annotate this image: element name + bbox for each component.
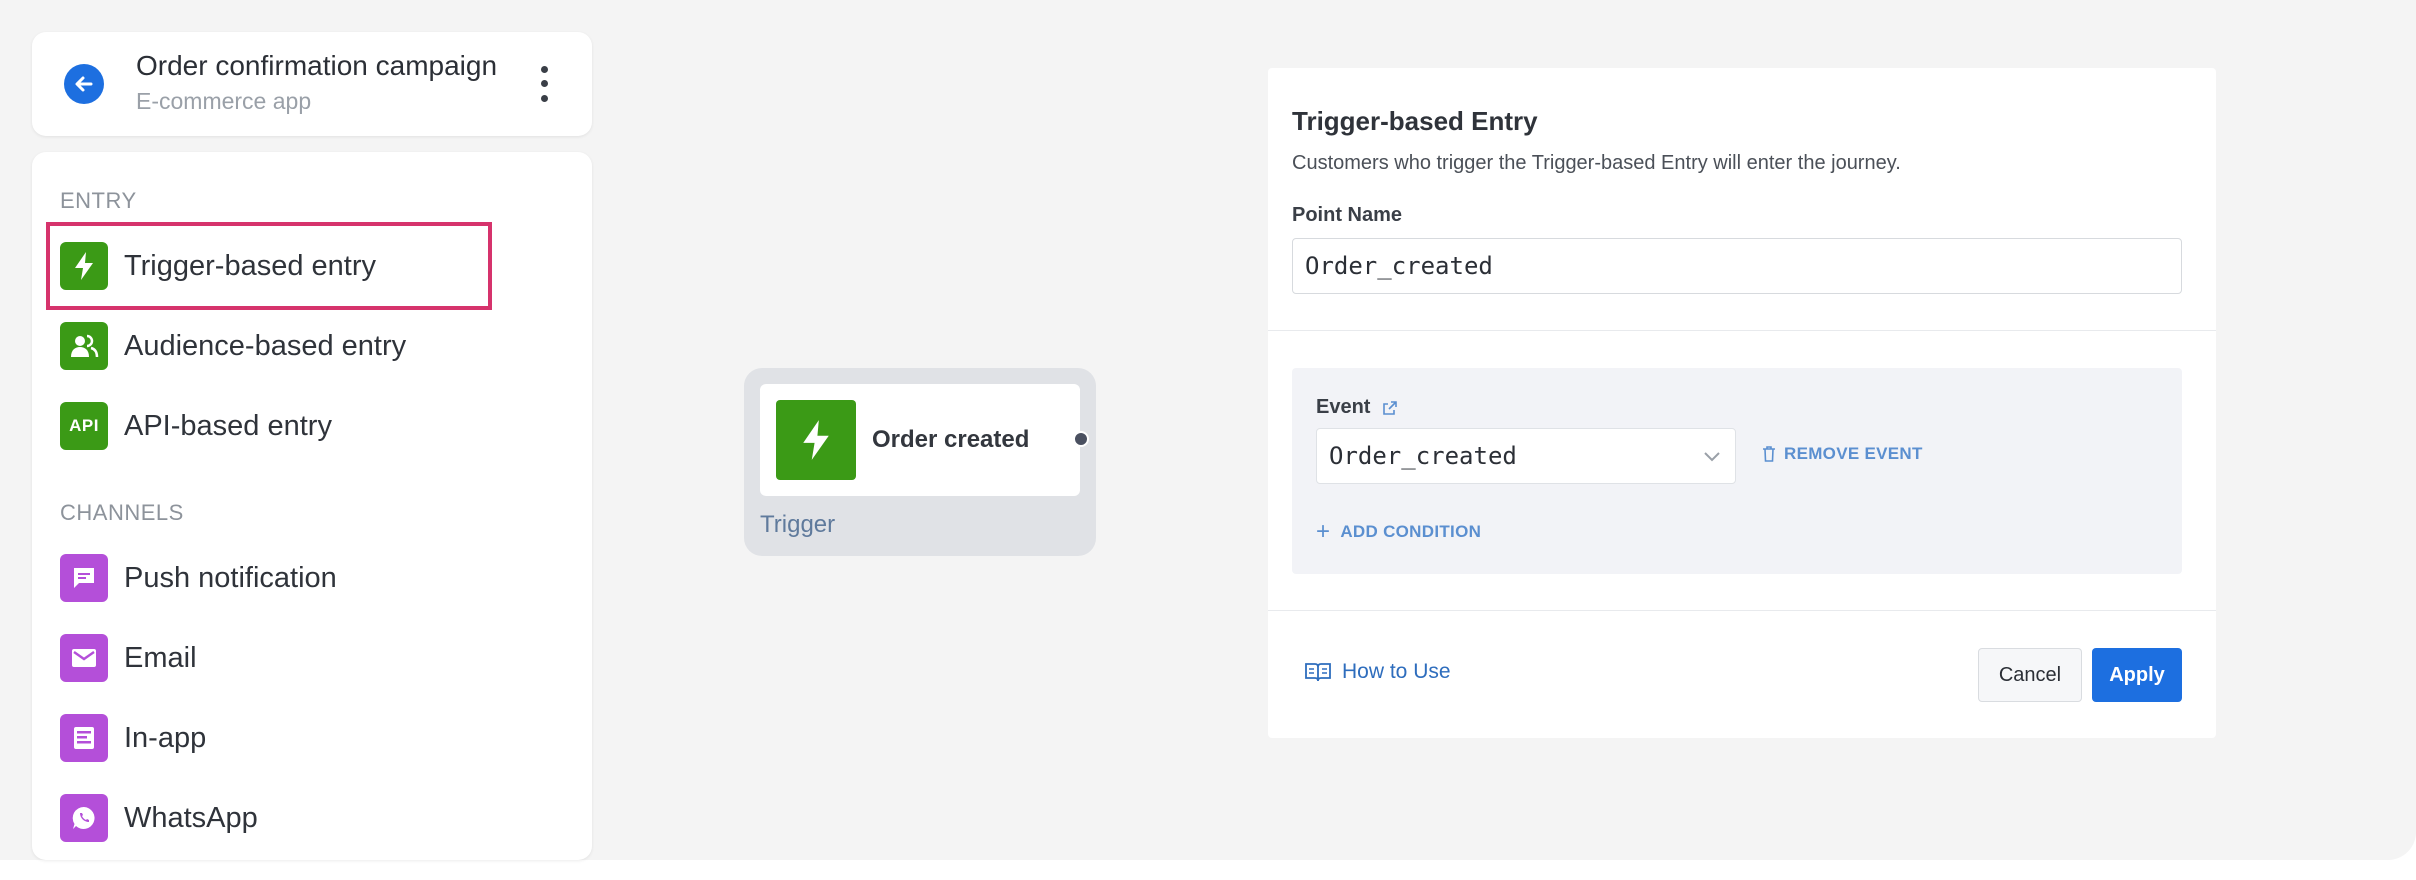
palette-item-trigger-entry[interactable]: Trigger-based entry [46, 222, 492, 310]
back-button[interactable] [64, 64, 104, 104]
point-name-input[interactable] [1292, 238, 2182, 294]
palette-item-label: Email [124, 641, 197, 674]
plus-icon: + [1316, 518, 1331, 545]
point-name-label: Point Name [1292, 204, 1403, 226]
event-select-value: Order_created [1329, 442, 1517, 470]
envelope-icon [60, 634, 108, 682]
chevron-down-icon [1704, 452, 1720, 462]
divider [1268, 610, 2216, 611]
node-output-port[interactable] [1073, 431, 1089, 447]
trigger-node-card[interactable]: Order created [760, 384, 1080, 496]
event-label-row: Event [1316, 396, 1398, 419]
campaign-title: Order confirmation campaign [136, 50, 498, 81]
palette-item-api-entry[interactable]: API API-based entry [60, 398, 510, 454]
journey-canvas: Order confirmation campaign E-commerce a… [0, 0, 2416, 860]
how-to-use-label: How to Use [1342, 660, 1451, 683]
campaign-subtitle: E-commerce app [136, 88, 312, 114]
palette-item-in-app[interactable]: In-app [60, 710, 510, 766]
lightning-icon [776, 400, 856, 480]
how-to-use-link[interactable]: How to Use [1304, 660, 1451, 684]
campaign-header: Order confirmation campaign E-commerce a… [32, 32, 592, 136]
entry-section-heading: ENTRY [60, 188, 137, 213]
lightning-icon [60, 242, 108, 290]
trigger-node-title: Order created [872, 426, 1030, 453]
panel-description: Customers who trigger the Trigger-based … [1292, 152, 1901, 174]
cancel-button[interactable]: Cancel [1978, 648, 2082, 702]
palette-item-label: In-app [124, 721, 207, 754]
palette-item-label: Trigger-based entry [124, 249, 376, 282]
panel-title: Trigger-based Entry [1292, 106, 1538, 136]
trash-icon [1762, 446, 1776, 462]
event-select[interactable]: Order_created [1316, 428, 1736, 484]
divider [1268, 330, 2216, 331]
people-icon [60, 322, 108, 370]
add-condition-label: ADD CONDITION [1340, 522, 1482, 541]
event-section: Event Order_created REMOVE EVENT + ADD C… [1292, 368, 2182, 574]
entry-settings-panel: Trigger-based Entry Customers who trigge… [1268, 68, 2216, 738]
palette-item-label: API-based entry [124, 409, 332, 442]
palette-item-push[interactable]: Push notification [60, 550, 510, 606]
channels-section-heading: CHANNELS [60, 500, 184, 525]
add-condition-button[interactable]: + ADD CONDITION [1316, 518, 1481, 546]
remove-event-label: REMOVE EVENT [1784, 444, 1923, 463]
arrow-left-icon [75, 76, 93, 92]
palette-item-label: Push notification [124, 561, 337, 594]
palette-item-whatsapp[interactable]: WhatsApp [60, 790, 510, 846]
external-link-icon[interactable] [1382, 400, 1398, 416]
in-app-icon [60, 714, 108, 762]
message-icon [60, 554, 108, 602]
node-palette: ENTRY Trigger-based entry Audience-based… [32, 152, 592, 860]
api-icon: API [60, 402, 108, 450]
palette-item-label: Audience-based entry [124, 329, 407, 362]
palette-item-label: WhatsApp [124, 801, 258, 834]
book-icon [1304, 661, 1332, 683]
event-label: Event [1316, 396, 1371, 418]
palette-item-email[interactable]: Email [60, 630, 510, 686]
apply-button[interactable]: Apply [2092, 648, 2182, 702]
whatsapp-icon [60, 794, 108, 842]
more-options-icon[interactable] [532, 62, 556, 106]
remove-event-button[interactable]: REMOVE EVENT [1762, 444, 1923, 464]
trigger-node-type: Trigger [760, 511, 836, 538]
palette-item-audience-entry[interactable]: Audience-based entry [60, 318, 510, 374]
trigger-node[interactable]: Order created Trigger [744, 368, 1096, 556]
